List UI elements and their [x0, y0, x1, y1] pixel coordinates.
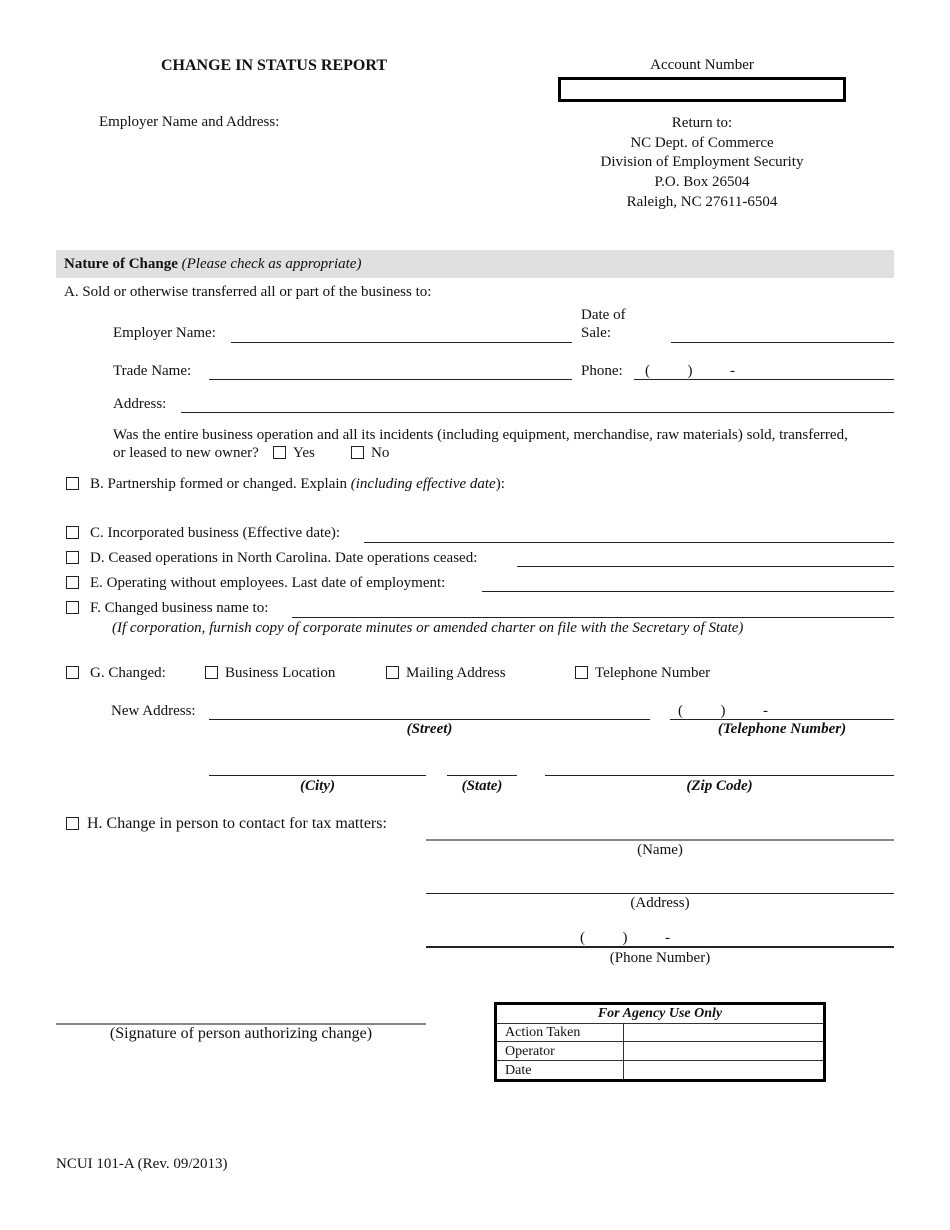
- section-subtitle: (Please check as appropriate): [181, 256, 362, 272]
- item-c-checkbox[interactable]: [66, 526, 79, 539]
- contact-phone-template: ( ) -: [580, 930, 670, 946]
- action-taken-label: Action Taken: [495, 1022, 624, 1043]
- agency-use-table: For Agency Use Only Action Taken Operato…: [494, 1002, 826, 1082]
- agency-table-title: For Agency Use Only: [495, 1003, 825, 1024]
- item-e-checkbox[interactable]: [66, 576, 79, 589]
- business-location-checkbox[interactable]: [205, 666, 218, 679]
- contact-address-field[interactable]: [426, 893, 894, 894]
- city-field[interactable]: [209, 775, 426, 776]
- item-e-label: E. Operating without employees. Last dat…: [90, 575, 446, 591]
- nature-of-change-title: Nature of Change (Please check as approp…: [64, 256, 361, 273]
- account-number-label: Account Number: [650, 57, 754, 73]
- address-field[interactable]: [181, 412, 894, 413]
- form-title: CHANGE IN STATUS REPORT: [161, 57, 387, 74]
- item-a-label: A. Sold or otherwise transferred all or …: [64, 284, 432, 300]
- date-value: [623, 1060, 825, 1081]
- action-taken-value: [623, 1022, 825, 1043]
- date-label: Date: [495, 1060, 624, 1081]
- contact-name-field[interactable]: [426, 839, 894, 841]
- phone-field[interactable]: [634, 379, 894, 380]
- operator-label: Operator: [495, 1041, 624, 1062]
- return-division: Division of Employment Security: [600, 154, 804, 171]
- street-field[interactable]: [209, 719, 650, 720]
- return-po-box: P.O. Box 26504: [654, 174, 750, 191]
- state-field[interactable]: [447, 775, 517, 776]
- new-phone-template: ( ) -: [678, 703, 768, 719]
- phone-template: ( ) -: [645, 363, 735, 379]
- zip-code-caption: (Zip Code): [686, 778, 753, 794]
- trade-name-label: Trade Name:: [113, 363, 192, 379]
- contact-address-caption: (Address): [630, 895, 690, 911]
- business-location-label: Business Location: [225, 665, 336, 681]
- street-caption: (Street): [406, 721, 453, 737]
- address-label: Address:: [113, 396, 167, 412]
- section-title: Nature of Change: [64, 256, 178, 272]
- item-b-checkbox[interactable]: [66, 477, 79, 490]
- item-b-label: B. Partnership formed or changed. Explai…: [90, 476, 505, 492]
- city-caption: (City): [300, 778, 335, 794]
- item-f-checkbox[interactable]: [66, 601, 79, 614]
- item-d-checkbox[interactable]: [66, 551, 79, 564]
- item-c-label: C. Incorporated business (Effective date…: [90, 525, 341, 541]
- transfer-question-line-1: Was the entire business operation and al…: [113, 427, 848, 443]
- last-employment-date-field[interactable]: [482, 591, 894, 592]
- date-of-sale-label-2: Sale:: [581, 325, 611, 341]
- contact-phone-caption: (Phone Number): [609, 950, 711, 966]
- yes-label: Yes: [293, 445, 315, 461]
- operations-ceased-date-field[interactable]: [517, 566, 894, 567]
- telephone-number-checkbox[interactable]: [575, 666, 588, 679]
- date-of-sale-field[interactable]: [671, 342, 894, 343]
- table-row: Action Taken: [495, 1022, 825, 1043]
- employer-name-address-label: Employer Name and Address:: [99, 114, 280, 130]
- operator-value: [623, 1041, 825, 1062]
- account-number-field[interactable]: [558, 77, 846, 102]
- item-f-note: (If corporation, furnish copy of corpora…: [112, 620, 744, 636]
- item-g-label: G. Changed:: [90, 665, 166, 681]
- no-checkbox[interactable]: [351, 446, 364, 459]
- employer-name-field[interactable]: [231, 342, 572, 343]
- item-f-label: F. Changed business name to:: [90, 600, 269, 616]
- employer-name-label: Employer Name:: [113, 325, 216, 341]
- transfer-question-line-2: or leased to new owner?: [113, 445, 259, 461]
- return-to-label: Return to:: [671, 115, 733, 131]
- zip-code-field[interactable]: [545, 775, 894, 776]
- mailing-address-label: Mailing Address: [406, 665, 506, 681]
- item-h-label: H. Change in person to contact for tax m…: [87, 815, 387, 832]
- table-row: Date: [495, 1060, 825, 1081]
- telephone-caption: (Telephone Number): [717, 721, 847, 737]
- signature-caption: (Signature of person authorizing change): [109, 1025, 373, 1042]
- item-h-checkbox[interactable]: [66, 817, 79, 830]
- return-city: Raleigh, NC 27611-6504: [626, 193, 778, 210]
- return-agency: NC Dept. of Commerce: [630, 134, 774, 151]
- new-address-label: New Address:: [111, 703, 196, 719]
- return-address: Return to: NC Dept. of Commerce Division…: [557, 114, 847, 213]
- item-g-checkbox[interactable]: [66, 666, 79, 679]
- date-of-sale-label-1: Date of: [581, 307, 626, 323]
- telephone-number-label: Telephone Number: [595, 665, 711, 681]
- yes-checkbox[interactable]: [273, 446, 286, 459]
- table-row: Operator: [495, 1041, 825, 1062]
- contact-name-caption: (Name): [637, 842, 683, 858]
- no-label: No: [371, 445, 390, 461]
- state-caption: (State): [461, 778, 503, 794]
- incorporation-date-field[interactable]: [364, 542, 894, 543]
- new-business-name-field[interactable]: [292, 617, 894, 618]
- contact-phone-field[interactable]: [426, 946, 894, 948]
- item-d-label: D. Ceased operations in North Carolina. …: [90, 550, 478, 566]
- form-number: NCUI 101-A (Rev. 09/2013): [56, 1156, 228, 1172]
- new-telephone-field[interactable]: [670, 719, 894, 720]
- mailing-address-checkbox[interactable]: [386, 666, 399, 679]
- phone-label: Phone:: [581, 363, 623, 379]
- trade-name-field[interactable]: [209, 379, 572, 380]
